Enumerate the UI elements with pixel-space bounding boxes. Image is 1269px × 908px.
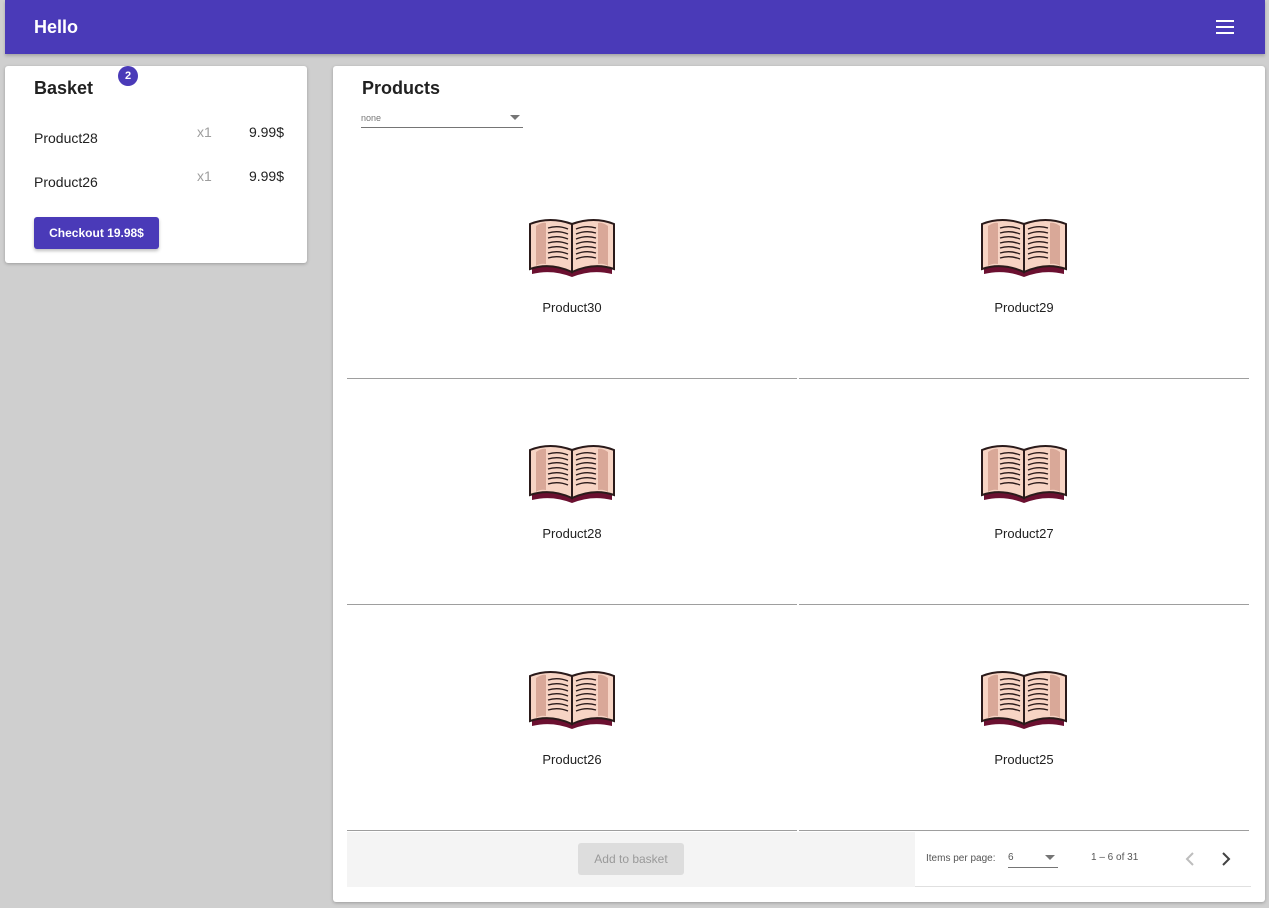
category-filter-select[interactable]: none: [361, 110, 523, 128]
basket-item: Product28 x1 9.99$: [34, 124, 284, 150]
open-book-icon: [981, 671, 1067, 730]
open-book-icon: [981, 445, 1067, 504]
product-tile[interactable]: Product25: [799, 606, 1249, 831]
items-per-page-label: Items per page:: [926, 853, 996, 864]
open-book-icon: [981, 219, 1067, 278]
dropdown-arrow-icon: [1045, 855, 1055, 860]
basket-item-qty: x1: [197, 168, 212, 184]
page-size-value: 6: [1008, 852, 1014, 863]
product-name: Product28: [542, 526, 602, 541]
basket-item-price: 9.99$: [248, 124, 284, 140]
app-title: Hello: [34, 16, 79, 37]
grid-footer: Add to basket: [347, 832, 915, 887]
chevron-right-icon: [1222, 852, 1231, 866]
basket-item: Product26 x1 9.99$: [34, 168, 284, 194]
basket-item-name: Product26: [34, 174, 98, 190]
category-filter-value: none: [361, 113, 382, 123]
menu-icon[interactable]: [1213, 15, 1237, 39]
checkout-button[interactable]: Checkout 19.98$: [34, 217, 159, 249]
products-card: Products none Product30 Product29 Produc…: [333, 66, 1265, 902]
basket-header: Basket 2: [34, 66, 138, 99]
product-tile[interactable]: Product26: [347, 606, 797, 831]
product-tile[interactable]: Product30: [347, 154, 797, 379]
next-page-button[interactable]: [1215, 848, 1237, 870]
paginator: Items per page: 6 1 – 6 of 31: [915, 832, 1251, 887]
page-range-label: 1 – 6 of 31: [1091, 852, 1139, 863]
basket-item-price: 9.99$: [248, 168, 284, 184]
product-name: Product27: [994, 526, 1054, 541]
basket-title: Basket: [34, 78, 94, 98]
product-tile[interactable]: Product28: [347, 380, 797, 605]
product-name: Product26: [542, 752, 602, 767]
products-title: Products: [362, 78, 441, 98]
previous-page-button[interactable]: [1179, 848, 1201, 870]
product-tile[interactable]: Product29: [799, 154, 1249, 379]
dropdown-arrow-icon: [510, 115, 520, 120]
product-grid: Product30 Product29 Product28 Product27 …: [347, 154, 1251, 832]
basket-count-badge: 2: [118, 66, 138, 86]
open-book-icon: [529, 445, 615, 504]
product-name: Product25: [994, 752, 1054, 767]
add-to-basket-button[interactable]: Add to basket: [578, 843, 684, 875]
chevron-left-icon: [1185, 852, 1194, 866]
open-book-icon: [529, 219, 615, 278]
product-name: Product29: [994, 300, 1054, 315]
product-tile[interactable]: Product27: [799, 380, 1249, 605]
page-size-select[interactable]: 6: [1008, 849, 1058, 868]
open-book-icon: [529, 671, 615, 730]
basket-item-qty: x1: [197, 124, 212, 140]
basket-item-name: Product28: [34, 130, 98, 146]
product-name: Product30: [542, 300, 602, 315]
app-toolbar: Hello: [5, 0, 1265, 54]
basket-card: Basket 2 Product28 x1 9.99$ Product26 x1…: [5, 66, 307, 263]
